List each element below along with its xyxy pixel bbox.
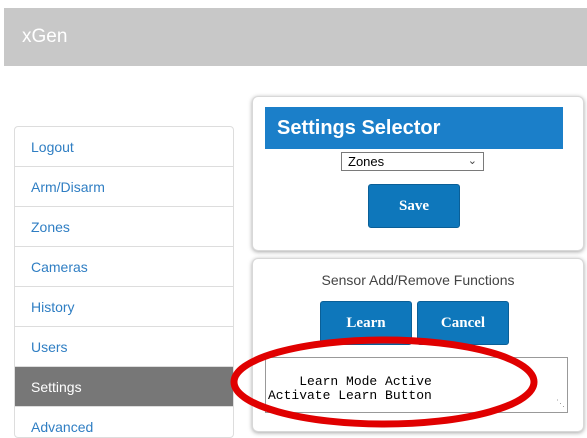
sidebar-item-advanced[interactable]: Advanced — [15, 407, 233, 437]
settings-selector-panel: Settings Selector Zones ⌄ Save — [252, 96, 584, 251]
sidebar-item-settings[interactable]: Settings — [15, 367, 233, 407]
settings-selector-title: Settings Selector — [265, 107, 563, 149]
sidebar-item-arm-disarm[interactable]: Arm/Disarm — [15, 167, 233, 207]
app-header: xGen — [4, 8, 587, 66]
sidebar-nav: Logout Arm/Disarm Zones Cameras History … — [14, 126, 234, 438]
sidebar-item-cameras[interactable]: Cameras — [15, 247, 233, 287]
sidebar-item-users[interactable]: Users — [15, 327, 233, 367]
sidebar-item-zones[interactable]: Zones — [15, 207, 233, 247]
status-text: Learn Mode Active Activate Learn Button — [268, 374, 432, 403]
chevron-down-icon: ⌄ — [467, 155, 477, 167]
settings-select[interactable]: Zones ⌄ — [341, 152, 484, 171]
cancel-button[interactable]: Cancel — [417, 301, 509, 345]
sensor-functions-panel: Sensor Add/Remove Functions Learn Cancel… — [252, 258, 584, 432]
resize-grip-icon[interactable]: ⋱ — [556, 397, 565, 411]
sensor-functions-heading: Sensor Add/Remove Functions — [321, 272, 515, 288]
save-button[interactable]: Save — [368, 184, 460, 228]
settings-select-value: Zones — [348, 154, 385, 169]
learn-button[interactable]: Learn — [320, 301, 412, 345]
status-textarea[interactable]: Learn Mode Active Activate Learn Button … — [265, 357, 568, 413]
app-title: xGen — [22, 26, 68, 47]
sidebar-item-history[interactable]: History — [15, 287, 233, 327]
sidebar-item-logout[interactable]: Logout — [15, 127, 233, 167]
